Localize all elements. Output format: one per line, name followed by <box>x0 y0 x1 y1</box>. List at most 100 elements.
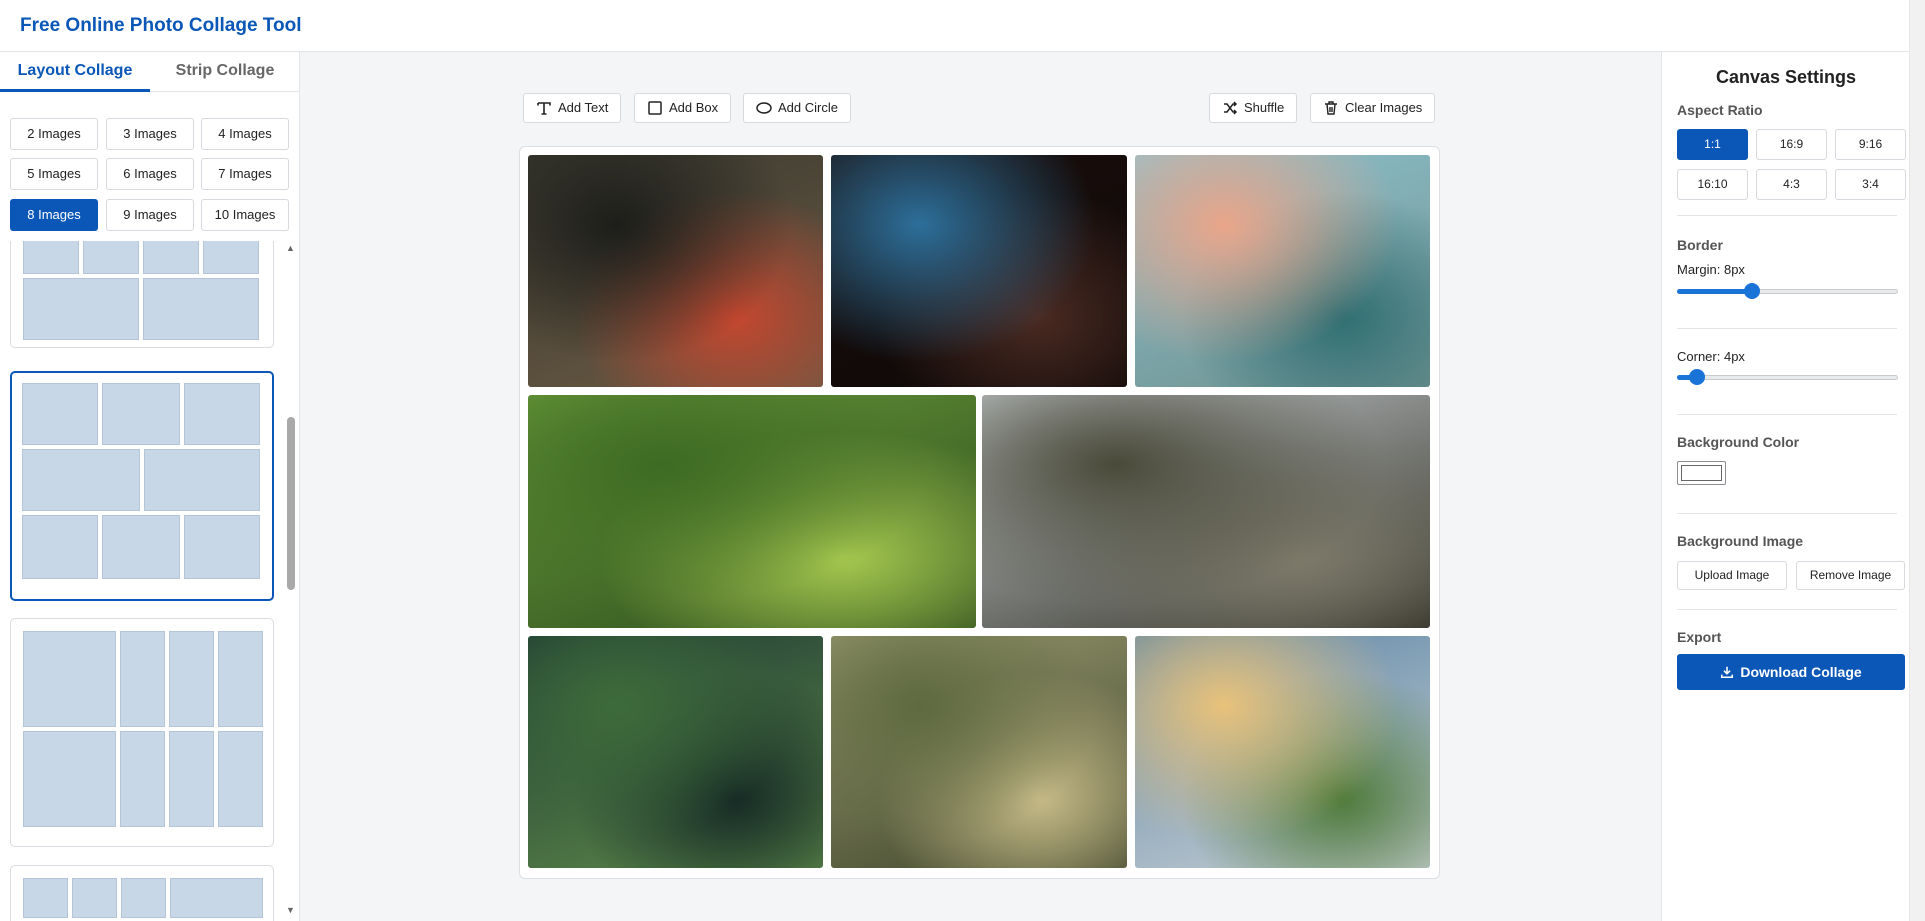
layout-template[interactable] <box>10 241 274 348</box>
text-icon <box>537 102 551 115</box>
layout-cell <box>22 515 98 579</box>
count-button-2[interactable]: 2 Images <box>10 118 98 150</box>
square-icon <box>648 101 662 115</box>
clear-images-label: Clear Images <box>1345 100 1423 115</box>
layout-cell <box>23 278 139 340</box>
ratio-button-1-1[interactable]: 1:1 <box>1677 129 1748 160</box>
layout-template[interactable] <box>10 865 274 921</box>
add-box-button[interactable]: Add Box <box>634 93 732 123</box>
collage-photo-misty-valley[interactable] <box>831 636 1127 868</box>
border-label: Border <box>1677 237 1723 253</box>
collage-photo-mushroom[interactable] <box>528 155 823 387</box>
download-icon <box>1721 666 1734 678</box>
background-color-swatch[interactable] <box>1677 461 1726 485</box>
collage-tabs: Layout Collage Strip Collage <box>0 52 300 92</box>
layout-cell <box>120 731 165 827</box>
divider <box>1677 414 1897 415</box>
count-button-6[interactable]: 6 Images <box>106 158 194 190</box>
settings-title: Canvas Settings <box>1715 67 1857 87</box>
collage-photo-mountain-lake[interactable] <box>1135 155 1430 387</box>
shuffle-button[interactable]: Shuffle <box>1209 93 1298 123</box>
slider-handle[interactable] <box>1744 283 1761 299</box>
export-label: Export <box>1677 629 1722 645</box>
download-label: Download Collage <box>1740 664 1862 680</box>
add-text-button[interactable]: Add Text <box>523 93 622 123</box>
count-button-8[interactable]: 8 Images <box>10 199 98 231</box>
layout-cell <box>72 878 117 918</box>
add-box-label: Add Box <box>669 100 719 115</box>
layout-cell <box>143 278 259 340</box>
divider <box>1677 609 1897 610</box>
app-title: Free Online Photo Collage Tool <box>20 15 302 36</box>
corner-slider[interactable] <box>1677 369 1898 385</box>
scrollbar-thumb[interactable] <box>287 417 295 590</box>
collage-photo-cloudy-valley[interactable] <box>1135 636 1430 868</box>
layout-cell <box>23 731 116 827</box>
scroll-down-icon[interactable]: ▼ <box>286 905 295 915</box>
tab-strip-collage[interactable]: Strip Collage <box>150 52 300 92</box>
layout-cell <box>170 878 263 918</box>
layout-cell <box>83 241 139 274</box>
page-scrollbar[interactable] <box>1909 0 1925 921</box>
collage-photo-seedling[interactable] <box>528 636 823 868</box>
divider <box>1677 215 1897 216</box>
trash-icon <box>1325 101 1337 115</box>
ratio-button-16-10[interactable]: 16:10 <box>1677 169 1748 200</box>
shuffle-icon <box>1224 101 1238 115</box>
layout-cell <box>23 878 68 918</box>
slider-track <box>1677 375 1898 380</box>
layout-cell <box>102 383 180 445</box>
layout-cell <box>218 631 263 727</box>
add-text-label: Add Text <box>558 100 609 115</box>
collage-photo-cave[interactable] <box>831 155 1127 387</box>
scroll-up-icon[interactable]: ▲ <box>286 243 295 253</box>
remove-image-button[interactable]: Remove Image <box>1796 561 1905 590</box>
collage-photo-cliff-pines[interactable] <box>982 395 1430 628</box>
layout-cell <box>23 241 79 274</box>
collage-canvas <box>519 146 1440 879</box>
layout-list-scrollbar[interactable]: ▲ ▼ <box>285 241 297 921</box>
layout-cell <box>203 241 259 274</box>
shuffle-label: Shuffle <box>1244 100 1285 115</box>
ratio-button-9-16[interactable]: 9:16 <box>1835 129 1906 160</box>
add-circle-button[interactable]: Add Circle <box>743 93 851 123</box>
corner-label: Corner: 4px <box>1677 349 1745 364</box>
left-sidebar: Layout Collage Strip Collage 2 Images 3 … <box>0 52 300 921</box>
layout-cell <box>184 383 260 445</box>
layout-cell <box>169 731 214 827</box>
count-button-5[interactable]: 5 Images <box>10 158 98 190</box>
clear-images-button[interactable]: Clear Images <box>1310 93 1436 123</box>
slider-fill <box>1677 289 1753 294</box>
divider <box>1677 513 1897 514</box>
ratio-button-16-9[interactable]: 16:9 <box>1756 129 1827 160</box>
ratio-button-4-3[interactable]: 4:3 <box>1756 169 1827 200</box>
slider-handle[interactable] <box>1688 369 1705 385</box>
collage-workspace: Add Text Add Box Add Circle Shuffle Clea… <box>301 52 1661 921</box>
collage-photo-green-hills[interactable] <box>528 395 976 628</box>
background-image-label: Background Image <box>1677 533 1804 549</box>
layout-cell <box>218 731 263 827</box>
layout-template-list: ▲ ▼ <box>0 241 300 921</box>
layout-cell <box>144 449 260 511</box>
layout-template-selected[interactable] <box>10 371 274 601</box>
background-color-label: Background Color <box>1677 434 1800 450</box>
layout-template[interactable] <box>10 618 274 847</box>
margin-label: Margin: 8px <box>1677 262 1745 277</box>
margin-slider[interactable] <box>1677 283 1898 299</box>
layout-cell <box>22 449 140 511</box>
canvas-settings-panel: Canvas Settings Aspect Ratio 1:1 16:9 9:… <box>1661 52 1909 921</box>
divider <box>1677 328 1897 329</box>
layout-cell <box>184 515 260 579</box>
count-button-10[interactable]: 10 Images <box>201 199 289 231</box>
ratio-button-3-4[interactable]: 3:4 <box>1835 169 1906 200</box>
tab-layout-collage[interactable]: Layout Collage <box>0 52 150 92</box>
upload-image-button[interactable]: Upload Image <box>1677 561 1787 590</box>
download-collage-button[interactable]: Download Collage <box>1677 654 1905 690</box>
layout-cell <box>143 241 199 274</box>
layout-cell <box>120 631 165 727</box>
count-button-7[interactable]: 7 Images <box>201 158 289 190</box>
count-button-4[interactable]: 4 Images <box>201 118 289 150</box>
count-button-3[interactable]: 3 Images <box>106 118 194 150</box>
count-button-9[interactable]: 9 Images <box>106 199 194 231</box>
layout-cell <box>102 515 180 579</box>
